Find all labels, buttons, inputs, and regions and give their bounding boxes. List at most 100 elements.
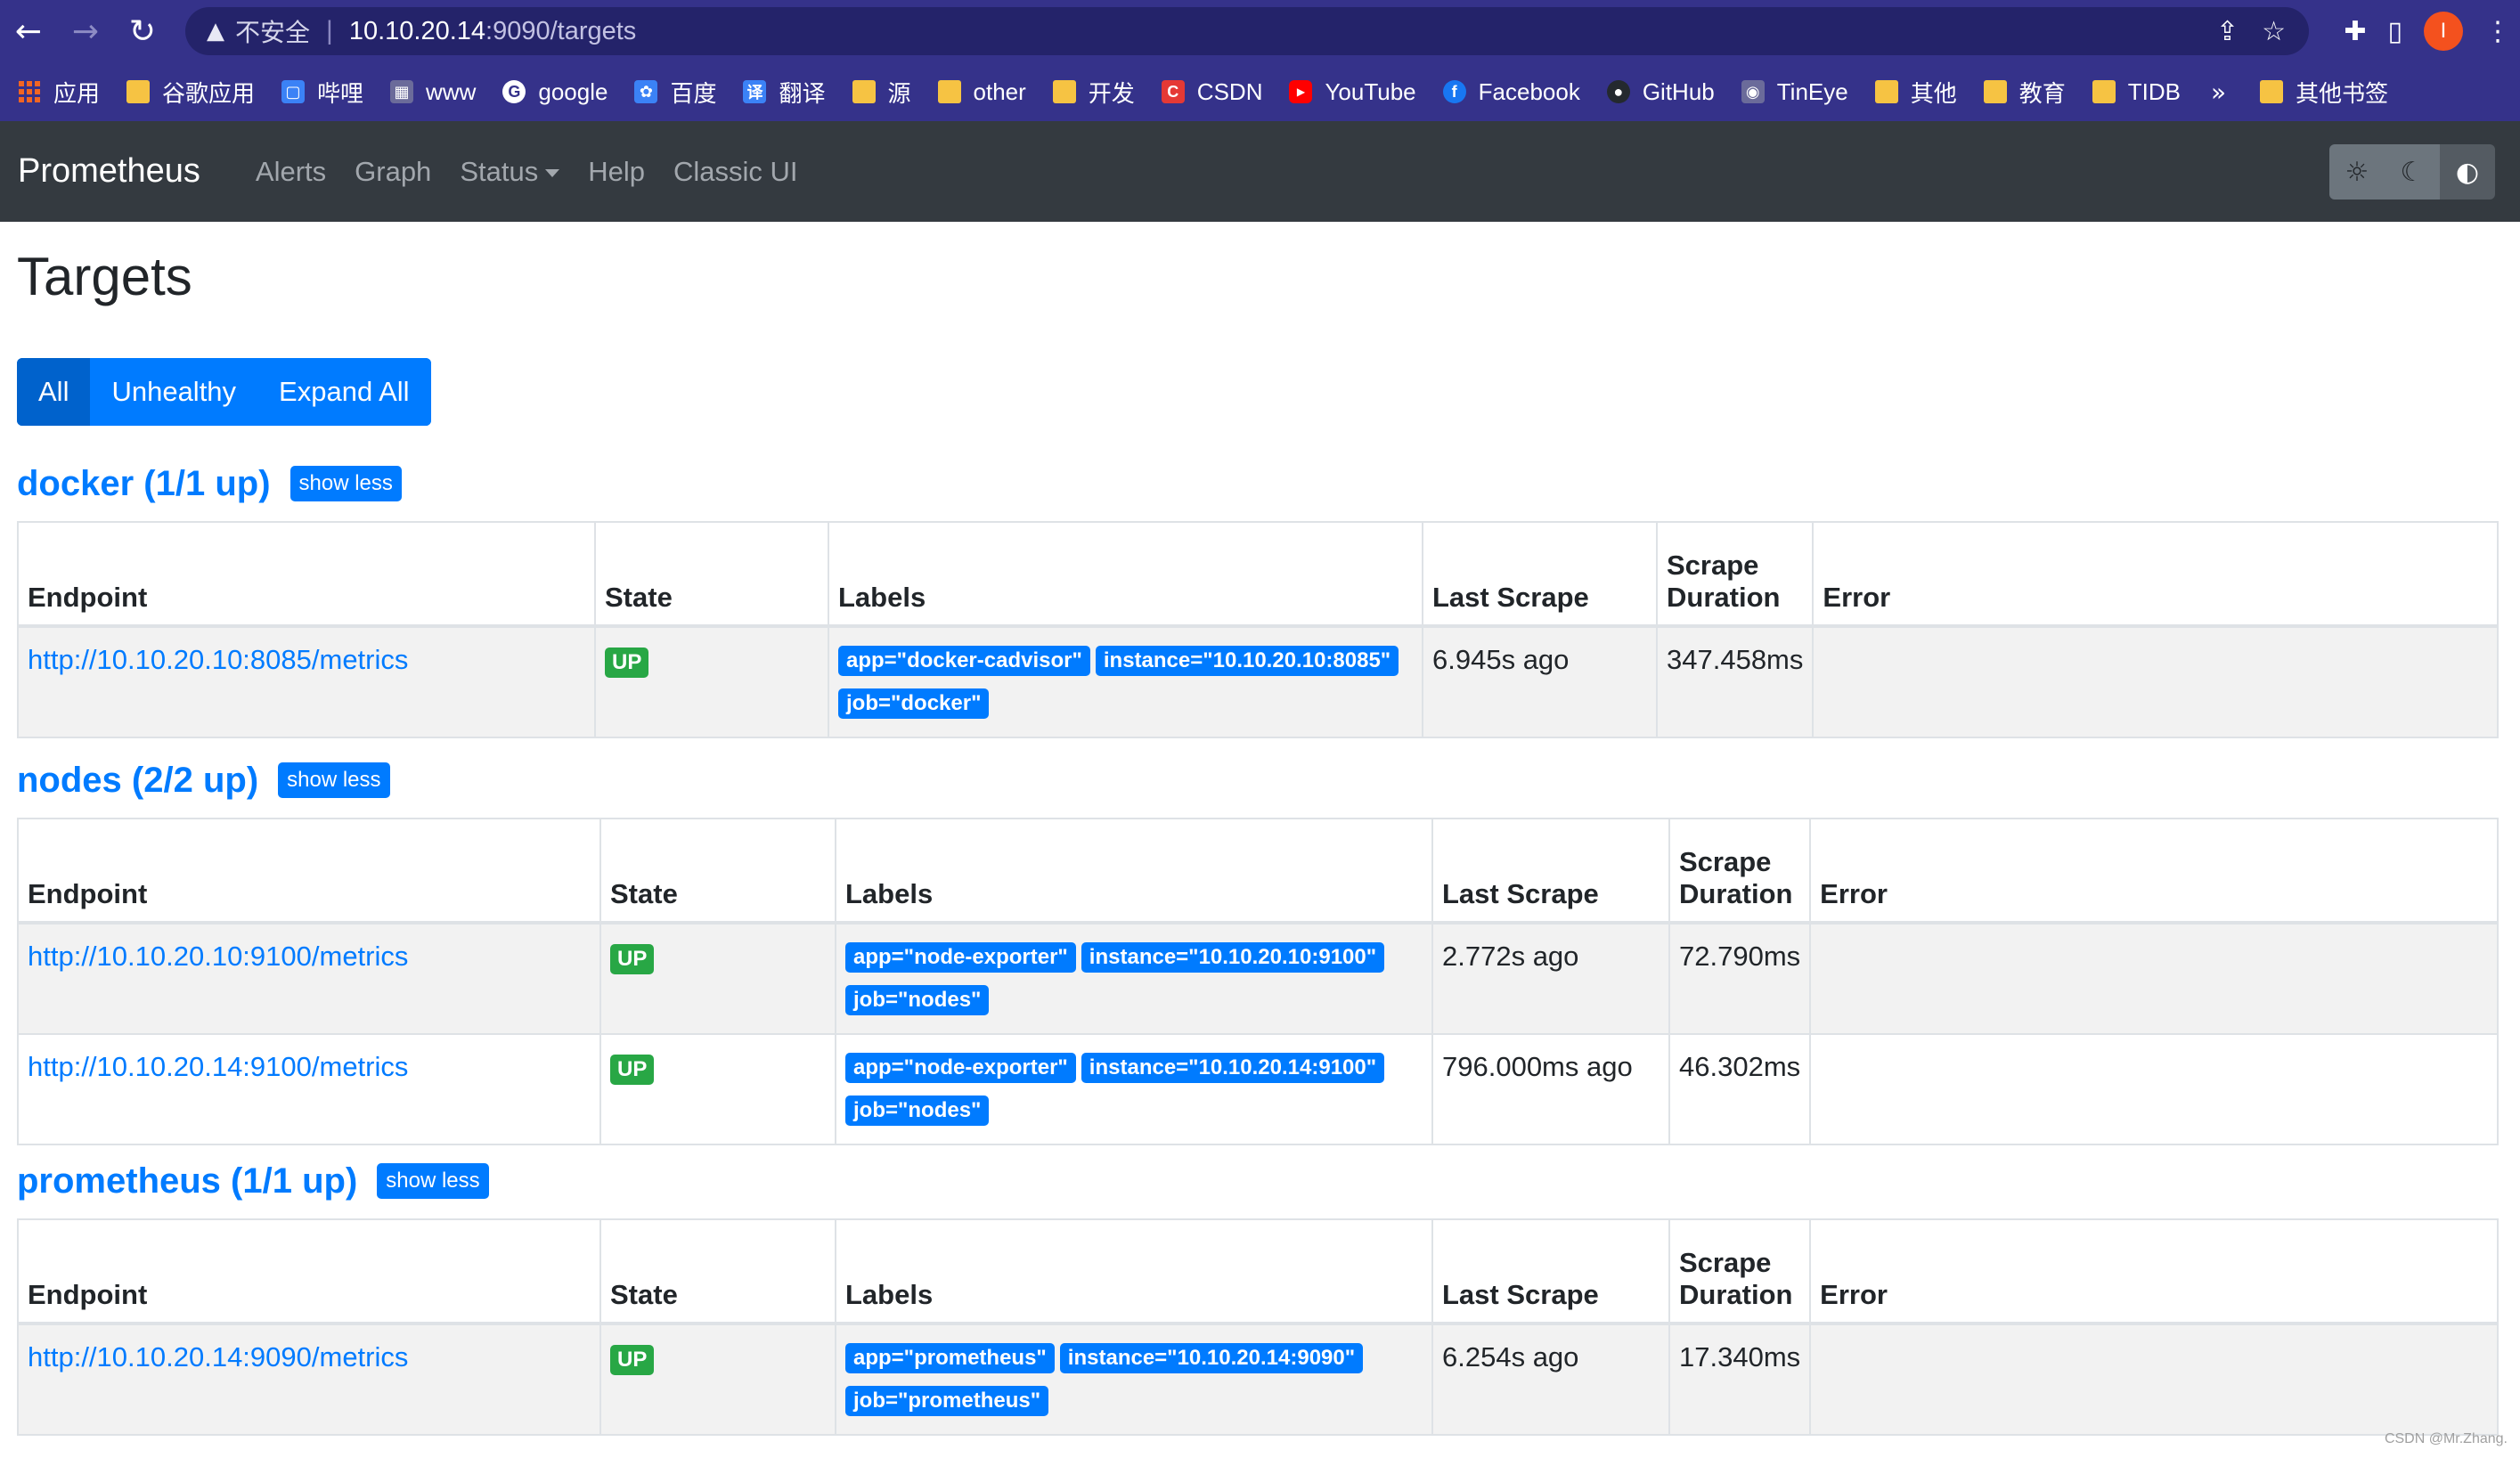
column-header-last-scrape: Last Scrape <box>1431 818 1670 924</box>
share-icon[interactable]: ⇪ <box>2216 16 2239 47</box>
site-icon: ▦ <box>390 80 414 103</box>
bookmark-label: YouTube <box>1325 77 1416 105</box>
bookmark-facebook[interactable]: f Facebook <box>1442 77 1580 106</box>
label-badge: app="prometheus" <box>845 1343 1055 1373</box>
url-path[interactable]: :9090/targets <box>485 17 636 46</box>
bookmarks-overflow-icon[interactable]: » <box>2211 77 2226 107</box>
bookmark-source[interactable]: 源 <box>852 76 911 109</box>
url-separator: | <box>326 16 333 45</box>
column-header-error: Error <box>1812 521 2499 628</box>
address-bar[interactable]: ▲ 不安全 | 10.10.20.14 :9090/targets ⇪ ☆ <box>185 7 2309 55</box>
bookmark-other[interactable]: other <box>937 77 1026 106</box>
filter-unhealthy-button[interactable]: Unhealthy <box>90 358 258 426</box>
bookmark-youtube[interactable]: ▶ YouTube <box>1289 77 1416 106</box>
expand-all-button[interactable]: Expand All <box>257 358 431 426</box>
table-row: http://10.10.20.14:9100/metrics UP app="… <box>17 1033 2499 1145</box>
bookmark-other-bookmarks[interactable]: 其他书签 <box>2260 76 2388 109</box>
label-badge: instance="10.10.20.10:8085" <box>1095 646 1399 676</box>
last-scrape-cell: 6.945s ago <box>1422 625 1658 738</box>
bookmark-github[interactable]: ● GitHub <box>1606 77 1715 106</box>
endpoint-cell: http://10.10.20.14:9090/metrics <box>17 1323 601 1436</box>
bookmark-label: GitHub <box>1642 77 1715 105</box>
labels-cell: app="node-exporter" instance="10.10.20.10… <box>835 922 1433 1035</box>
show-less-button[interactable]: show less <box>290 466 402 501</box>
endpoint-link[interactable]: http://10.10.20.14:9090/metrics <box>28 1341 408 1372</box>
folder-icon <box>1052 80 1076 103</box>
state-badge: UP <box>610 944 655 974</box>
bookmark-dev[interactable]: 开发 <box>1052 76 1135 109</box>
tineye-icon: ◉ <box>1741 80 1765 103</box>
bookmark-www[interactable]: ▦ www <box>390 78 476 106</box>
url-host[interactable]: 10.10.20.14 <box>349 17 485 46</box>
table-row: http://10.10.20.10:8085/metrics UP app="… <box>17 625 2499 738</box>
show-less-button[interactable]: show less <box>377 1163 489 1199</box>
bookmark-label: 源 <box>887 79 911 107</box>
bookmark-education[interactable]: 教育 <box>1983 76 2066 109</box>
bookmark-label: google <box>538 77 608 105</box>
bookmark-label: www <box>426 77 477 105</box>
bookmarks-bar: 应用 谷歌应用 ▢ 哔哩 ▦ www G google ✿ 百度 译 翻译 源 … <box>0 62 2520 121</box>
bookmark-misc[interactable]: 其他 <box>1874 76 1957 109</box>
bookmark-google-apps[interactable]: 谷歌应用 <box>126 76 255 109</box>
pool-title[interactable]: prometheus (1/1 up) <box>17 1161 357 1201</box>
bookmark-label: 其他书签 <box>2296 79 2389 107</box>
nav-alerts[interactable]: Alerts <box>256 156 326 188</box>
nav-graph[interactable]: Graph <box>355 156 431 188</box>
show-less-button[interactable]: show less <box>278 762 390 798</box>
label-badge: instance="10.10.20.14:9090" <box>1059 1343 1364 1373</box>
column-header-state: State <box>594 521 829 628</box>
warning-icon[interactable]: ▲ <box>207 18 224 45</box>
endpoint-link[interactable]: http://10.10.20.14:9100/metrics <box>28 1051 408 1082</box>
column-header-scrape-duration: Scrape Duration <box>1655 521 1815 628</box>
filter-all-button[interactable]: All <box>17 358 91 426</box>
dark-theme-moon-icon[interactable]: ☾ <box>2385 144 2440 200</box>
bookmark-star-icon[interactable]: ☆ <box>2262 16 2286 47</box>
labels-cell: app="prometheus" instance="10.10.20.14:90… <box>835 1323 1433 1436</box>
labels-cell: app="node-exporter" instance="10.10.20.14… <box>835 1033 1433 1145</box>
page-title: Targets <box>17 247 192 306</box>
browser-menu-icon[interactable]: ⋮ <box>2484 16 2511 47</box>
bookmark-label: other <box>973 77 1026 105</box>
profile-avatar[interactable]: I <box>2424 12 2463 51</box>
bookmark-tidb[interactable]: TIDB <box>2092 78 2181 106</box>
reload-icon[interactable]: ↻ <box>114 0 171 62</box>
back-arrow-icon[interactable]: ← <box>0 0 57 62</box>
bookmark-label: 其他 <box>1910 79 1957 107</box>
endpoint-link[interactable]: http://10.10.20.10:8085/metrics <box>28 644 408 675</box>
pool-title[interactable]: nodes (2/2 up) <box>17 761 258 801</box>
bookmark-bilibili[interactable]: ▢ 哔哩 <box>281 76 363 109</box>
label-badge: instance="10.10.20.10:9100" <box>1081 942 1385 973</box>
state-badge: UP <box>610 1055 655 1085</box>
theme-toggle-group: ☼ ☾ ◐ <box>2329 144 2495 200</box>
label-badge: app="node-exporter" <box>845 942 1076 973</box>
state-badge: UP <box>605 648 649 678</box>
scrape-duration-cell: 46.302ms <box>1668 1033 1812 1145</box>
bookmark-baidu[interactable]: ✿ 百度 <box>634 76 716 109</box>
nav-classic-ui[interactable]: Classic UI <box>673 156 798 188</box>
column-header-labels: Labels <box>835 818 1433 924</box>
bookmark-tineye[interactable]: ◉ TinEye <box>1741 78 1848 106</box>
browser-theme-contrast-icon[interactable]: ◐ <box>2440 144 2495 200</box>
label-badge: job="nodes" <box>845 985 990 1015</box>
light-theme-sun-icon[interactable]: ☼ <box>2329 144 2385 200</box>
nav-help[interactable]: Help <box>588 156 645 188</box>
scrape-duration-cell: 347.458ms <box>1655 625 1815 738</box>
bookmark-apps[interactable]: 应用 <box>18 76 100 109</box>
pool-title[interactable]: docker (1/1 up) <box>17 464 271 504</box>
endpoint-link[interactable]: http://10.10.20.10:9100/metrics <box>28 941 408 972</box>
column-header-error: Error <box>1809 1218 2499 1325</box>
nav-status-dropdown[interactable]: Status <box>460 156 560 188</box>
targets-table: Endpoint State Labels Last Scrape Scrape… <box>17 818 2499 1145</box>
error-cell <box>1812 625 2499 738</box>
extensions-puzzle-icon[interactable]: ✚ <box>2344 16 2366 47</box>
side-panel-icon[interactable]: ▯ <box>2387 16 2402 47</box>
brand-link[interactable]: Prometheus <box>18 152 200 191</box>
bookmark-label: Facebook <box>1478 77 1580 105</box>
bookmark-google[interactable]: G google <box>502 78 608 106</box>
bookmark-translate[interactable]: 译 翻译 <box>743 76 826 109</box>
bookmark-csdn[interactable]: C CSDN <box>1161 78 1262 106</box>
insecure-label[interactable]: 不安全 <box>235 13 310 49</box>
forward-arrow-icon[interactable]: → <box>57 0 114 62</box>
table-row: http://10.10.20.14:9090/metrics UP app="… <box>17 1323 2499 1436</box>
endpoint-cell: http://10.10.20.14:9100/metrics <box>17 1033 601 1145</box>
